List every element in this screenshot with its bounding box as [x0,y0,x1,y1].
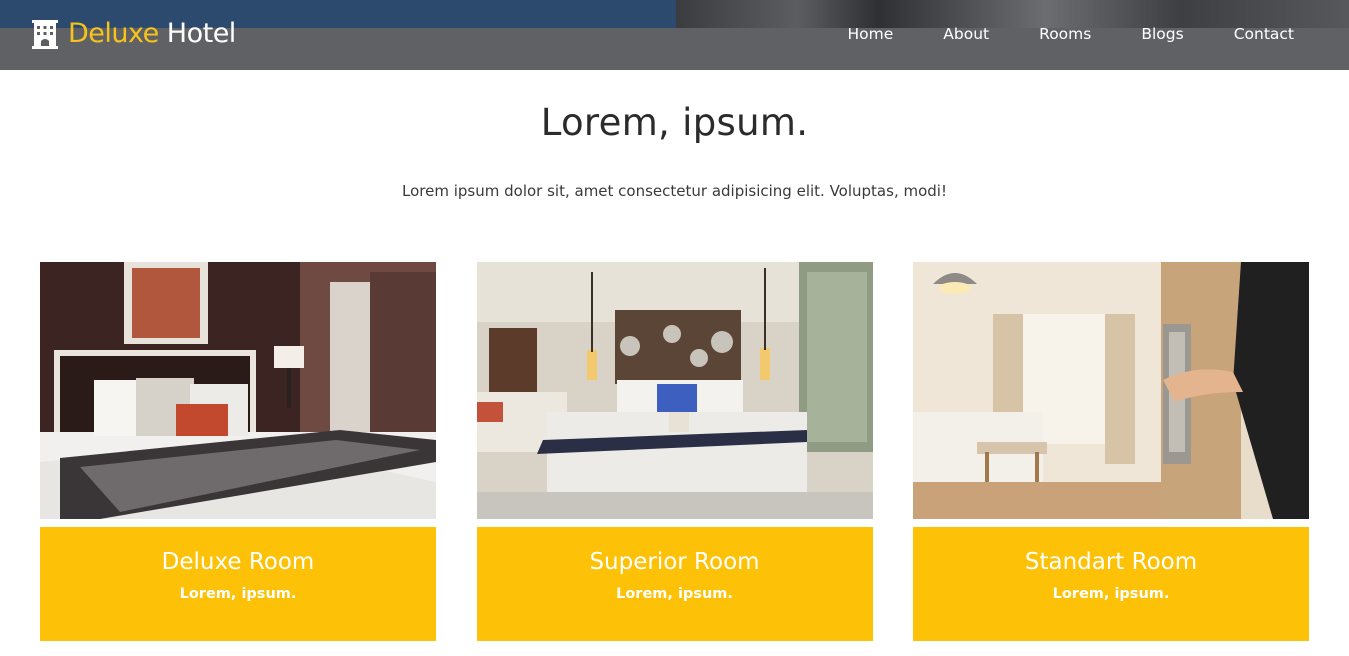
brand-name: Deluxe Hotel [68,17,236,51]
room-card-body: Standart Room Lorem, ipsum. [913,527,1309,641]
room-photo-superior [476,262,873,519]
room-cards: Deluxe Room Lorem, ipsum. Superior Room … [40,262,1309,641]
nav-link-home[interactable]: Home [823,22,919,46]
navbar: Deluxe Hotel Home About Rooms Blogs Conta… [0,0,1349,70]
room-card-body: Deluxe Room Lorem, ipsum. [40,527,436,641]
brand-word-hotel: Hotel [166,18,237,49]
section-subtitle: Lorem ipsum dolor sit, amet consectetur … [402,182,947,200]
hotel-building-icon [32,20,58,49]
main-nav: Home About Rooms Blogs Contact [823,22,1294,46]
room-card-deluxe[interactable]: Deluxe Room Lorem, ipsum. [40,262,436,641]
rooms-section-header: Lorem, ipsum. Lorem ipsum dolor sit, ame… [0,96,1349,202]
room-card-title: Deluxe Room [161,549,315,575]
nav-link-contact[interactable]: Contact [1209,22,1294,46]
brand-word-deluxe: Deluxe [68,18,159,49]
brand-logo-link[interactable]: Deluxe Hotel [29,17,236,51]
room-card-subtitle: Lorem, ipsum. [1052,586,1170,602]
room-card-body: Superior Room Lorem, ipsum. [476,527,873,641]
nav-link-rooms[interactable]: Rooms [1014,22,1116,46]
room-card-subtitle: Lorem, ipsum. [179,586,297,602]
room-photo-standart [913,262,1309,519]
room-card-standart[interactable]: Standart Room Lorem, ipsum. [913,262,1309,641]
room-card-superior[interactable]: Superior Room Lorem, ipsum. [476,262,873,641]
section-title: Lorem, ipsum. [540,101,809,144]
room-card-subtitle: Lorem, ipsum. [616,586,733,602]
nav-link-about[interactable]: About [918,22,1014,46]
nav-link-blogs[interactable]: Blogs [1116,22,1208,46]
room-card-title: Standart Room [1024,549,1198,575]
room-photo-deluxe [40,262,436,519]
room-card-title: Superior Room [589,549,760,575]
